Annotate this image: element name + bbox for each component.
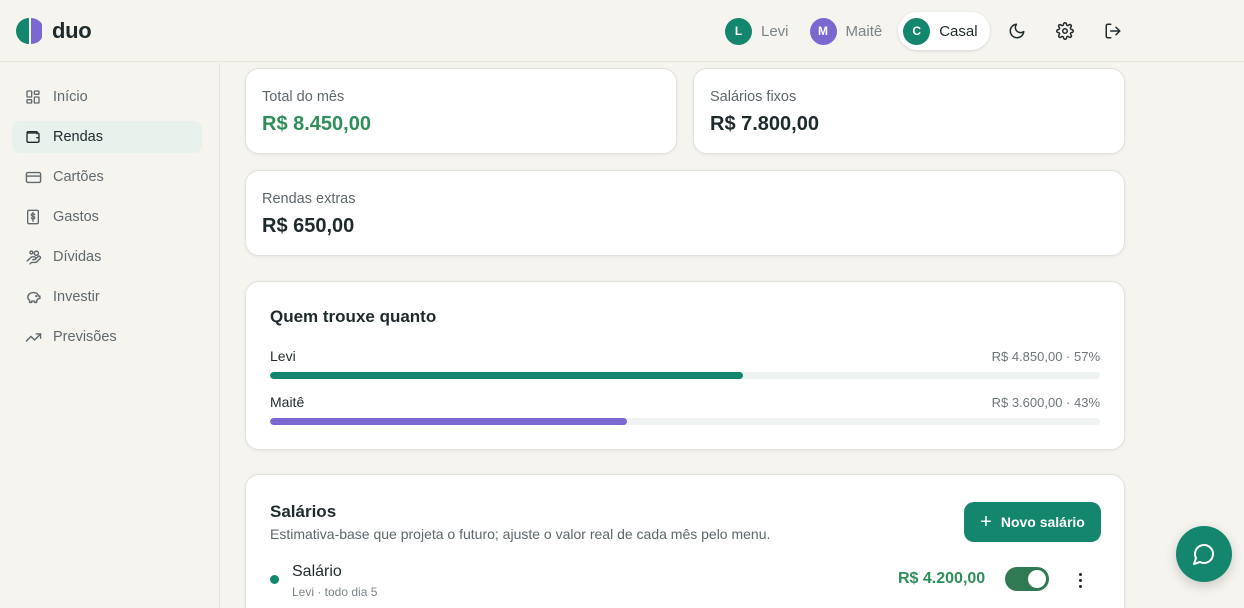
salary-toggle[interactable]: [1005, 567, 1049, 591]
stat-value: R$ 650,00: [262, 215, 355, 237]
total-month-card: Total do mês R$ 8.450,00: [245, 68, 677, 154]
section-title: Salários: [270, 502, 337, 521]
sidebar-item-previsoes[interactable]: Previsões: [12, 321, 202, 353]
gear-icon[interactable]: [1052, 18, 1078, 44]
sidebar-item-label: Gastos: [53, 209, 99, 225]
stat-value: R$ 7.800,00: [710, 113, 819, 135]
contributions-card: Quem trouxe quanto Levi R$ 4.850,00 · 57…: [245, 281, 1125, 450]
dashboard-icon: [24, 88, 42, 106]
fixed-salaries-card: Salários fixos R$ 7.800,00: [693, 68, 1125, 154]
profile-name: Casal: [939, 22, 978, 40]
salary-amount: R$ 4.200,00: [898, 570, 986, 587]
sidebar-item-label: Início: [53, 89, 88, 105]
contribution-bar: [270, 372, 1100, 379]
contributor-name: Maitê: [270, 394, 305, 410]
salary-name: Salário: [292, 563, 342, 580]
sidebar-item-label: Previsões: [53, 329, 117, 345]
sidebar-item-investir[interactable]: Investir: [12, 281, 202, 313]
section-subtitle: Estimativa-base que projeta o futuro; aj…: [270, 526, 771, 542]
sidebar-item-cartoes[interactable]: Cartões: [12, 161, 202, 193]
contributor-name: Levi: [270, 348, 296, 364]
more-options-icon[interactable]: [1072, 569, 1088, 591]
toggle-knob: [1028, 570, 1046, 588]
chat-button[interactable]: [1176, 526, 1232, 582]
sidebar-item-gastos[interactable]: Gastos: [12, 201, 202, 233]
sidebar-item-inicio[interactable]: Início: [12, 81, 202, 113]
profile-casal[interactable]: C Casal: [898, 12, 990, 50]
stat-value: R$ 8.450,00: [262, 113, 371, 135]
sidebar-item-label: Investir: [53, 289, 100, 305]
app-logo[interactable]: duo: [16, 18, 92, 44]
hand-coins-icon: [24, 248, 42, 266]
sidebar: Início Rendas Cartões Gastos Dívidas Inv…: [0, 63, 220, 608]
profile-maite[interactable]: M Maitê: [805, 12, 895, 50]
profile-name: Levi: [761, 22, 789, 40]
plus-icon: +: [980, 511, 992, 533]
sidebar-item-label: Cartões: [53, 169, 104, 185]
avatar: M: [809, 17, 837, 45]
stat-label: Salários fixos: [710, 89, 797, 105]
profile-switcher: L Levi M Maitê C Casal: [720, 12, 994, 50]
moon-icon[interactable]: [1004, 18, 1030, 44]
sidebar-item-rendas[interactable]: Rendas: [12, 121, 202, 153]
wallet-icon: [24, 128, 42, 146]
top-bar: duo L Levi M Maitê C Casal: [0, 0, 1244, 62]
salaries-card: Salários Estimativa-base que projeta o f…: [245, 474, 1125, 608]
profile-name: Maitê: [845, 22, 883, 40]
contributor-amount: R$ 4.850,00 · 57%: [991, 349, 1100, 364]
contributor-amount: R$ 3.600,00 · 43%: [991, 395, 1100, 410]
sidebar-item-dividas[interactable]: Dívidas: [12, 241, 202, 273]
new-salary-button[interactable]: + Novo salário: [964, 502, 1101, 542]
contribution-bar-fill: [270, 418, 627, 425]
avatar: L: [725, 17, 752, 45]
app-name: duo: [52, 18, 92, 43]
sidebar-item-label: Dívidas: [53, 249, 102, 265]
logo-icon: [16, 18, 42, 44]
logout-icon[interactable]: [1100, 18, 1126, 44]
contribution-bar-fill: [270, 372, 744, 379]
chat-bubble-icon: [1193, 544, 1214, 565]
receipt-icon: [24, 208, 42, 226]
salary-meta: Levi · todo dia 5: [292, 585, 378, 599]
extra-income-card: Rendas extras R$ 650,00: [245, 170, 1125, 256]
sidebar-item-label: Rendas: [53, 129, 103, 145]
contribution-bar: [270, 418, 1100, 425]
avatar: C: [903, 17, 931, 45]
section-title: Quem trouxe quanto: [270, 307, 437, 326]
new-salary-button-label: Novo salário: [1000, 514, 1085, 530]
credit-card-icon: [24, 168, 42, 186]
stat-label: Rendas extras: [262, 191, 356, 207]
piggy-bank-icon: [24, 288, 42, 306]
status-dot: [270, 575, 279, 584]
trending-up-icon: [24, 328, 42, 346]
profile-levi[interactable]: L Levi: [720, 12, 801, 50]
stat-label: Total do mês: [262, 89, 345, 105]
